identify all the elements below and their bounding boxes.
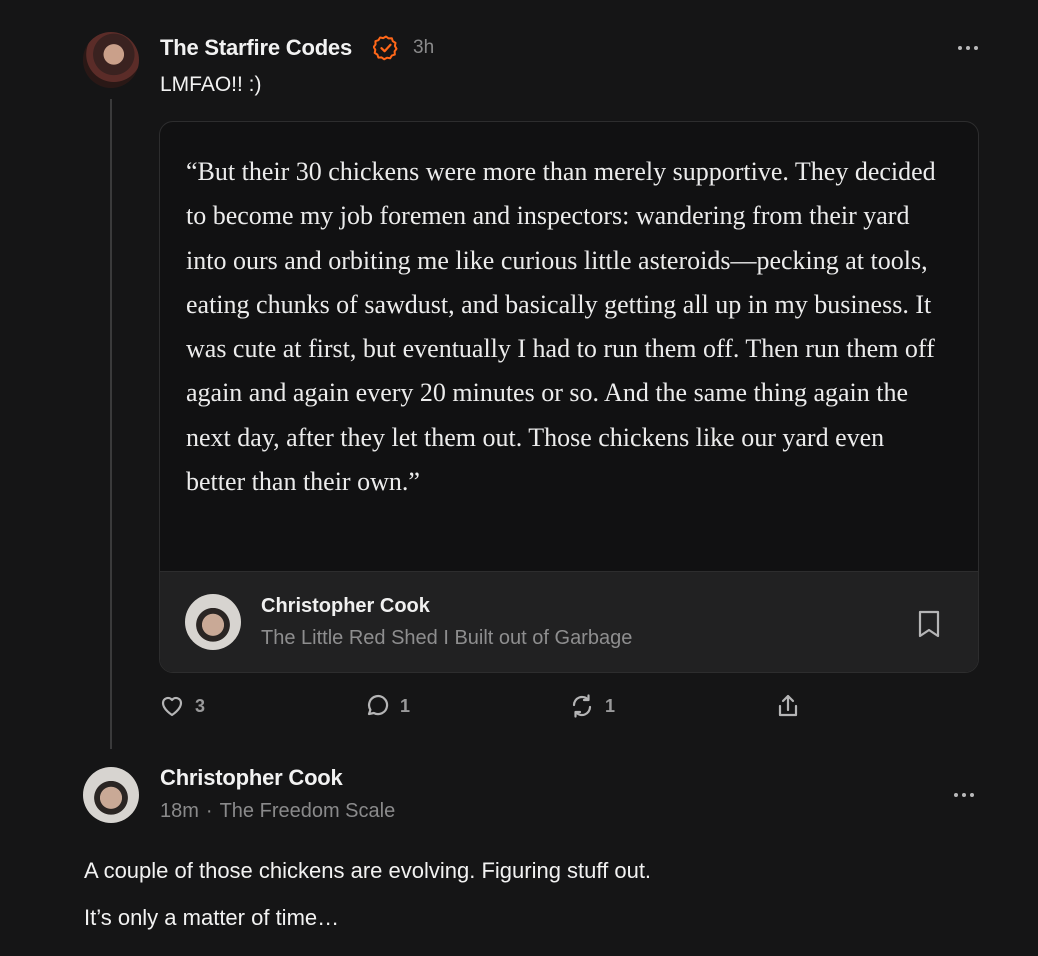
reply-author-name[interactable]: Christopher Cook — [160, 765, 343, 791]
avatar[interactable] — [83, 767, 139, 823]
post-author-name[interactable]: The Starfire Codes — [160, 35, 352, 61]
share-icon — [778, 694, 798, 717]
restack-icon — [572, 694, 592, 718]
source-post-title: The Little Red Shed I Built out of Garba… — [261, 627, 633, 649]
comment-button[interactable]: 1 — [364, 692, 410, 720]
source-author-name: Christopher Cook — [261, 595, 430, 617]
post-body-text: LMFAO!! :) — [160, 73, 262, 96]
reply-publication[interactable]: The Freedom Scale — [220, 800, 396, 822]
more-dots-icon[interactable] — [952, 791, 976, 799]
reply-meta: 18m · The Freedom Scale — [160, 800, 395, 823]
reply-text-line: It’s only a matter of time… — [84, 905, 340, 930]
source-author-avatar — [185, 594, 241, 650]
bookmark-icon[interactable] — [917, 610, 941, 638]
like-count: 3 — [195, 695, 206, 716]
quote-text: “But their 30 chickens were more than me… — [186, 157, 936, 497]
heart-icon — [161, 696, 183, 717]
comment-count: 1 — [400, 695, 411, 716]
quote-source-bar[interactable]: Christopher Cook The Little Red Shed I B… — [160, 571, 978, 672]
post-timestamp: 3h — [413, 37, 435, 58]
comment-bubble-icon — [367, 694, 389, 716]
meta-separator: · — [205, 800, 213, 822]
share-button[interactable] — [775, 692, 801, 720]
notes-thread: The Starfire Codes 3h LMFAO!! :) “But th… — [0, 0, 1038, 956]
reply-timestamp: 18m — [160, 800, 199, 822]
like-button[interactable]: 3 — [159, 692, 205, 720]
restack-count: 1 — [605, 695, 616, 716]
reply-text-line: A couple of those chickens are evolving.… — [84, 858, 652, 883]
more-dots-icon[interactable] — [956, 44, 980, 52]
avatar[interactable] — [83, 32, 139, 88]
quote-card[interactable]: “But their 30 chickens were more than me… — [159, 121, 979, 673]
thread-line — [110, 99, 112, 749]
verified-check-icon — [373, 35, 398, 61]
restack-button[interactable]: 1 — [569, 692, 615, 720]
